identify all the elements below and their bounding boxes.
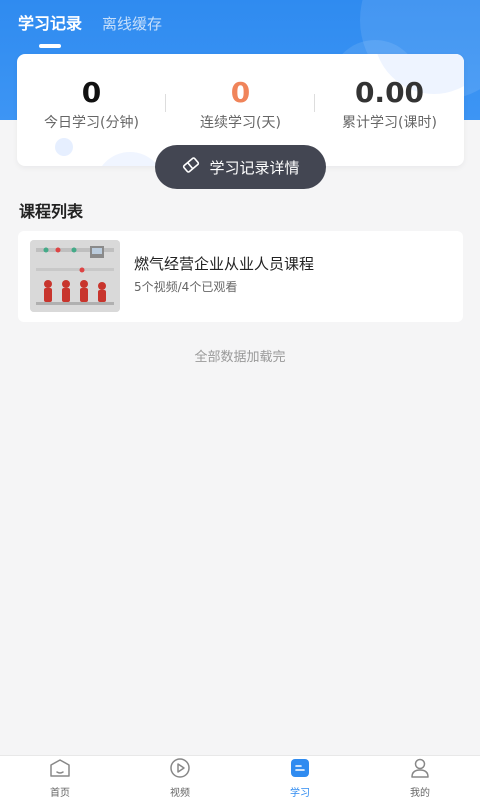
nav-study-label: 学习 <box>290 788 310 799</box>
nav-video[interactable]: 视频 <box>120 756 240 800</box>
tab-study-record[interactable]: 学习记录 <box>18 10 82 44</box>
stat-total: 0.00 累计学习(课时) <box>315 76 464 132</box>
course-list-title: 课程列表 <box>19 202 84 221</box>
nav-mine-label: 我的 <box>410 788 430 799</box>
nav-mine[interactable]: 我的 <box>360 756 480 800</box>
stat-streak-label: 连续学习(天) <box>200 115 281 131</box>
stat-today-value: 0 <box>81 76 102 109</box>
eraser-icon <box>181 155 201 179</box>
course-item[interactable]: 燃气经营企业从业人员课程 5个视频/4个已观看 <box>18 231 463 322</box>
stat-streak-value: 0 <box>230 76 251 109</box>
stat-today: 0 今日学习(分钟) <box>17 76 166 132</box>
user-icon <box>408 757 432 783</box>
study-record-detail-label: 学习记录详情 <box>209 158 300 177</box>
stat-today-label: 今日学习(分钟) <box>44 115 139 131</box>
course-progress: 5个视频/4个已观看 <box>134 280 238 294</box>
tab-offline-cache[interactable]: 离线缓存 <box>102 13 162 44</box>
stat-total-label: 累计学习(课时) <box>342 115 437 131</box>
top-tabs: 学习记录 离线缓存 <box>18 10 162 44</box>
course-thumbnail <box>30 240 120 312</box>
stat-total-value: 0.00 <box>354 76 425 109</box>
stat-streak: 0 连续学习(天) <box>166 76 315 132</box>
home-icon <box>48 757 72 783</box>
nav-study[interactable]: 学习 <box>240 756 360 800</box>
nav-home-label: 首页 <box>50 788 70 799</box>
course-title: 燃气经营企业从业人员课程 <box>134 255 315 273</box>
study-record-detail-button[interactable]: 学习记录详情 <box>155 145 326 189</box>
bottom-nav: 首页 视频 学习 我的 <box>0 755 480 800</box>
play-icon <box>168 757 192 783</box>
nav-video-label: 视频 <box>170 788 190 799</box>
load-complete-text: 全部数据加载完 <box>194 350 286 365</box>
nav-home[interactable]: 首页 <box>0 756 120 800</box>
study-icon <box>288 757 312 783</box>
